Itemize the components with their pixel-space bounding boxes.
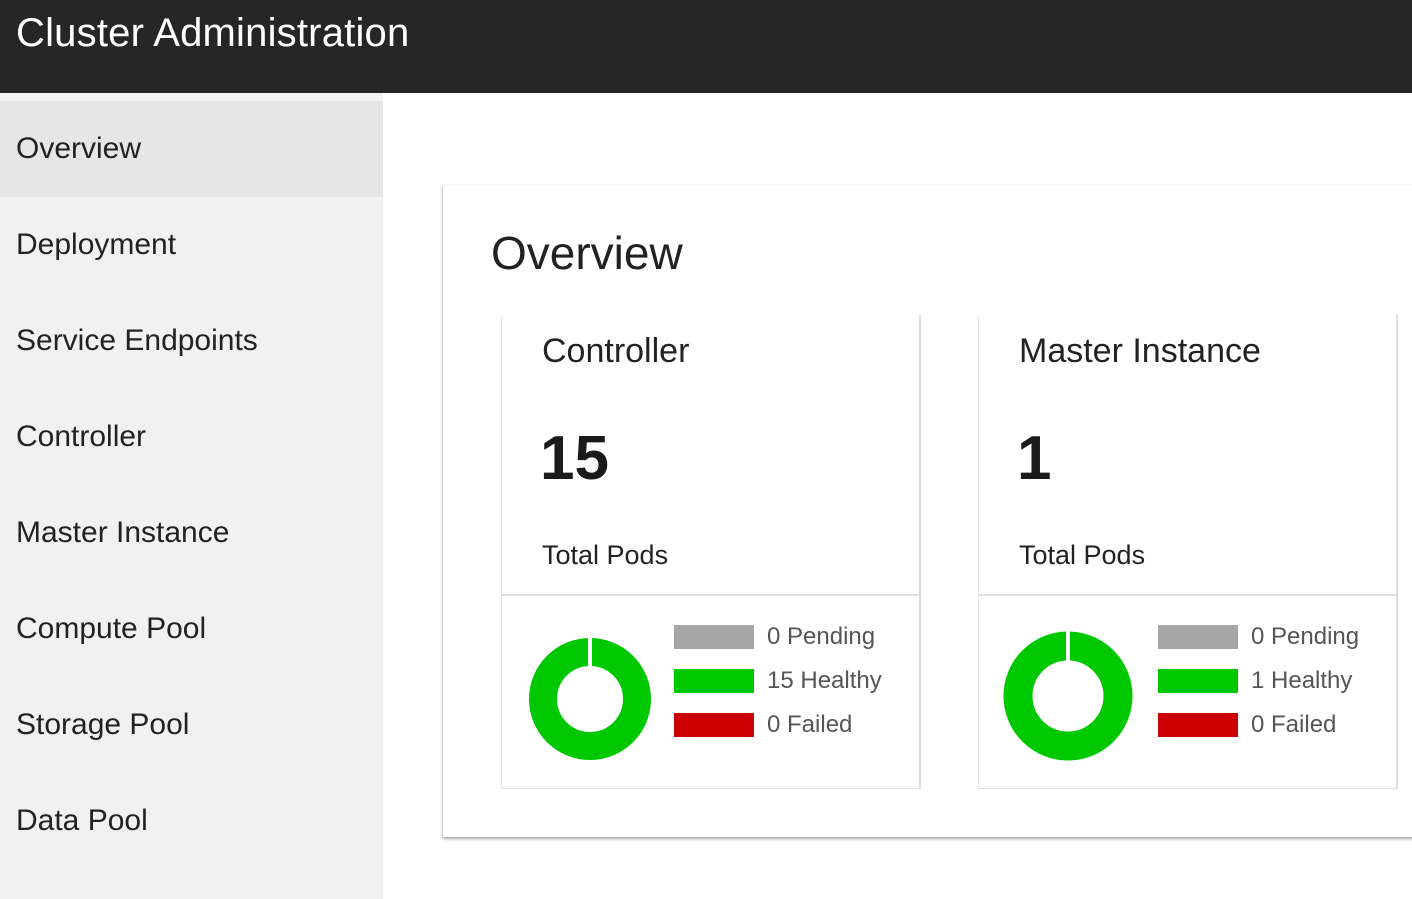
sidebar-item-label: Data Pool [16, 804, 148, 837]
pending-swatch [674, 625, 754, 649]
sidebar-item-label: Compute Pool [16, 612, 207, 645]
total-pods-label: Total Pods [542, 540, 669, 570]
legend-label: 0 Pending [767, 623, 876, 650]
sidebar-item-controller[interactable]: Controller [0, 389, 383, 485]
legend-label: 15 Healthy [767, 667, 882, 694]
legend-label: 0 Failed [1251, 711, 1337, 738]
main-content: Overview Controller 15 Total Pods 0 Pend… [383, 93, 1412, 899]
donut-healthy-ring [529, 638, 651, 760]
total-pods-count: 15 [540, 424, 609, 493]
card-divider [502, 594, 919, 596]
top-bar: Cluster Administration [0, 0, 1412, 93]
sidebar-item-deployment[interactable]: Deployment [0, 197, 383, 293]
sidebar-item-label: Overview [16, 132, 142, 165]
pod-status-donut-chart [529, 637, 651, 760]
failed-swatch [674, 713, 754, 737]
card-title: Controller [542, 332, 690, 370]
sidebar-item-label: Deployment [16, 228, 177, 261]
total-pods-count: 1 [1017, 424, 1052, 493]
legend-item-failed: 0 Failed [674, 711, 852, 739]
total-pods-label: Total Pods [1019, 540, 1146, 570]
legend-item-healthy: 1 Healthy [1158, 667, 1352, 695]
sidebar-item-label: Service Endpoints [16, 324, 258, 357]
sidebar-item-label: Controller [16, 420, 147, 453]
card-title: Master Instance [1019, 332, 1261, 370]
legend-item-pending: 0 Pending [1158, 623, 1359, 651]
card-divider [979, 594, 1396, 596]
sidebar: Overview Deployment Service Endpoints Co… [0, 93, 383, 899]
pending-swatch [1158, 625, 1238, 649]
sidebar-item-storage-pool[interactable]: Storage Pool [0, 677, 383, 773]
legend-item-healthy: 15 Healthy [674, 667, 882, 695]
legend-label: 0 Failed [767, 711, 853, 738]
app-title: Cluster Administration [16, 11, 410, 55]
failed-swatch [1158, 713, 1238, 737]
sidebar-item-label: Master Instance [16, 516, 230, 549]
healthy-swatch [674, 669, 754, 693]
sidebar-item-master-instance[interactable]: Master Instance [0, 485, 383, 581]
master-instance-card[interactable]: Master Instance 1 Total Pods 0 Pending 1… [978, 315, 1398, 789]
page-title: Overview [491, 227, 683, 279]
legend-label: 1 Healthy [1251, 667, 1353, 694]
sidebar-item-data-pool[interactable]: Data Pool [0, 773, 383, 869]
overview-panel: Overview Controller 15 Total Pods 0 Pend… [443, 185, 1412, 837]
sidebar-item-compute-pool[interactable]: Compute Pool [0, 581, 383, 677]
sidebar-item-label: Storage Pool [16, 708, 190, 741]
legend-item-pending: 0 Pending [674, 623, 875, 651]
sidebar-item-overview[interactable]: Overview [0, 101, 383, 197]
controller-card[interactable]: Controller 15 Total Pods 0 Pending 15 He… [501, 315, 921, 789]
sidebar-item-service-endpoints[interactable]: Service Endpoints [0, 293, 383, 389]
legend-label: 0 Pending [1251, 623, 1360, 650]
healthy-swatch [1158, 669, 1238, 693]
pod-status-donut-chart [1003, 631, 1133, 761]
legend-item-failed: 0 Failed [1158, 711, 1336, 739]
